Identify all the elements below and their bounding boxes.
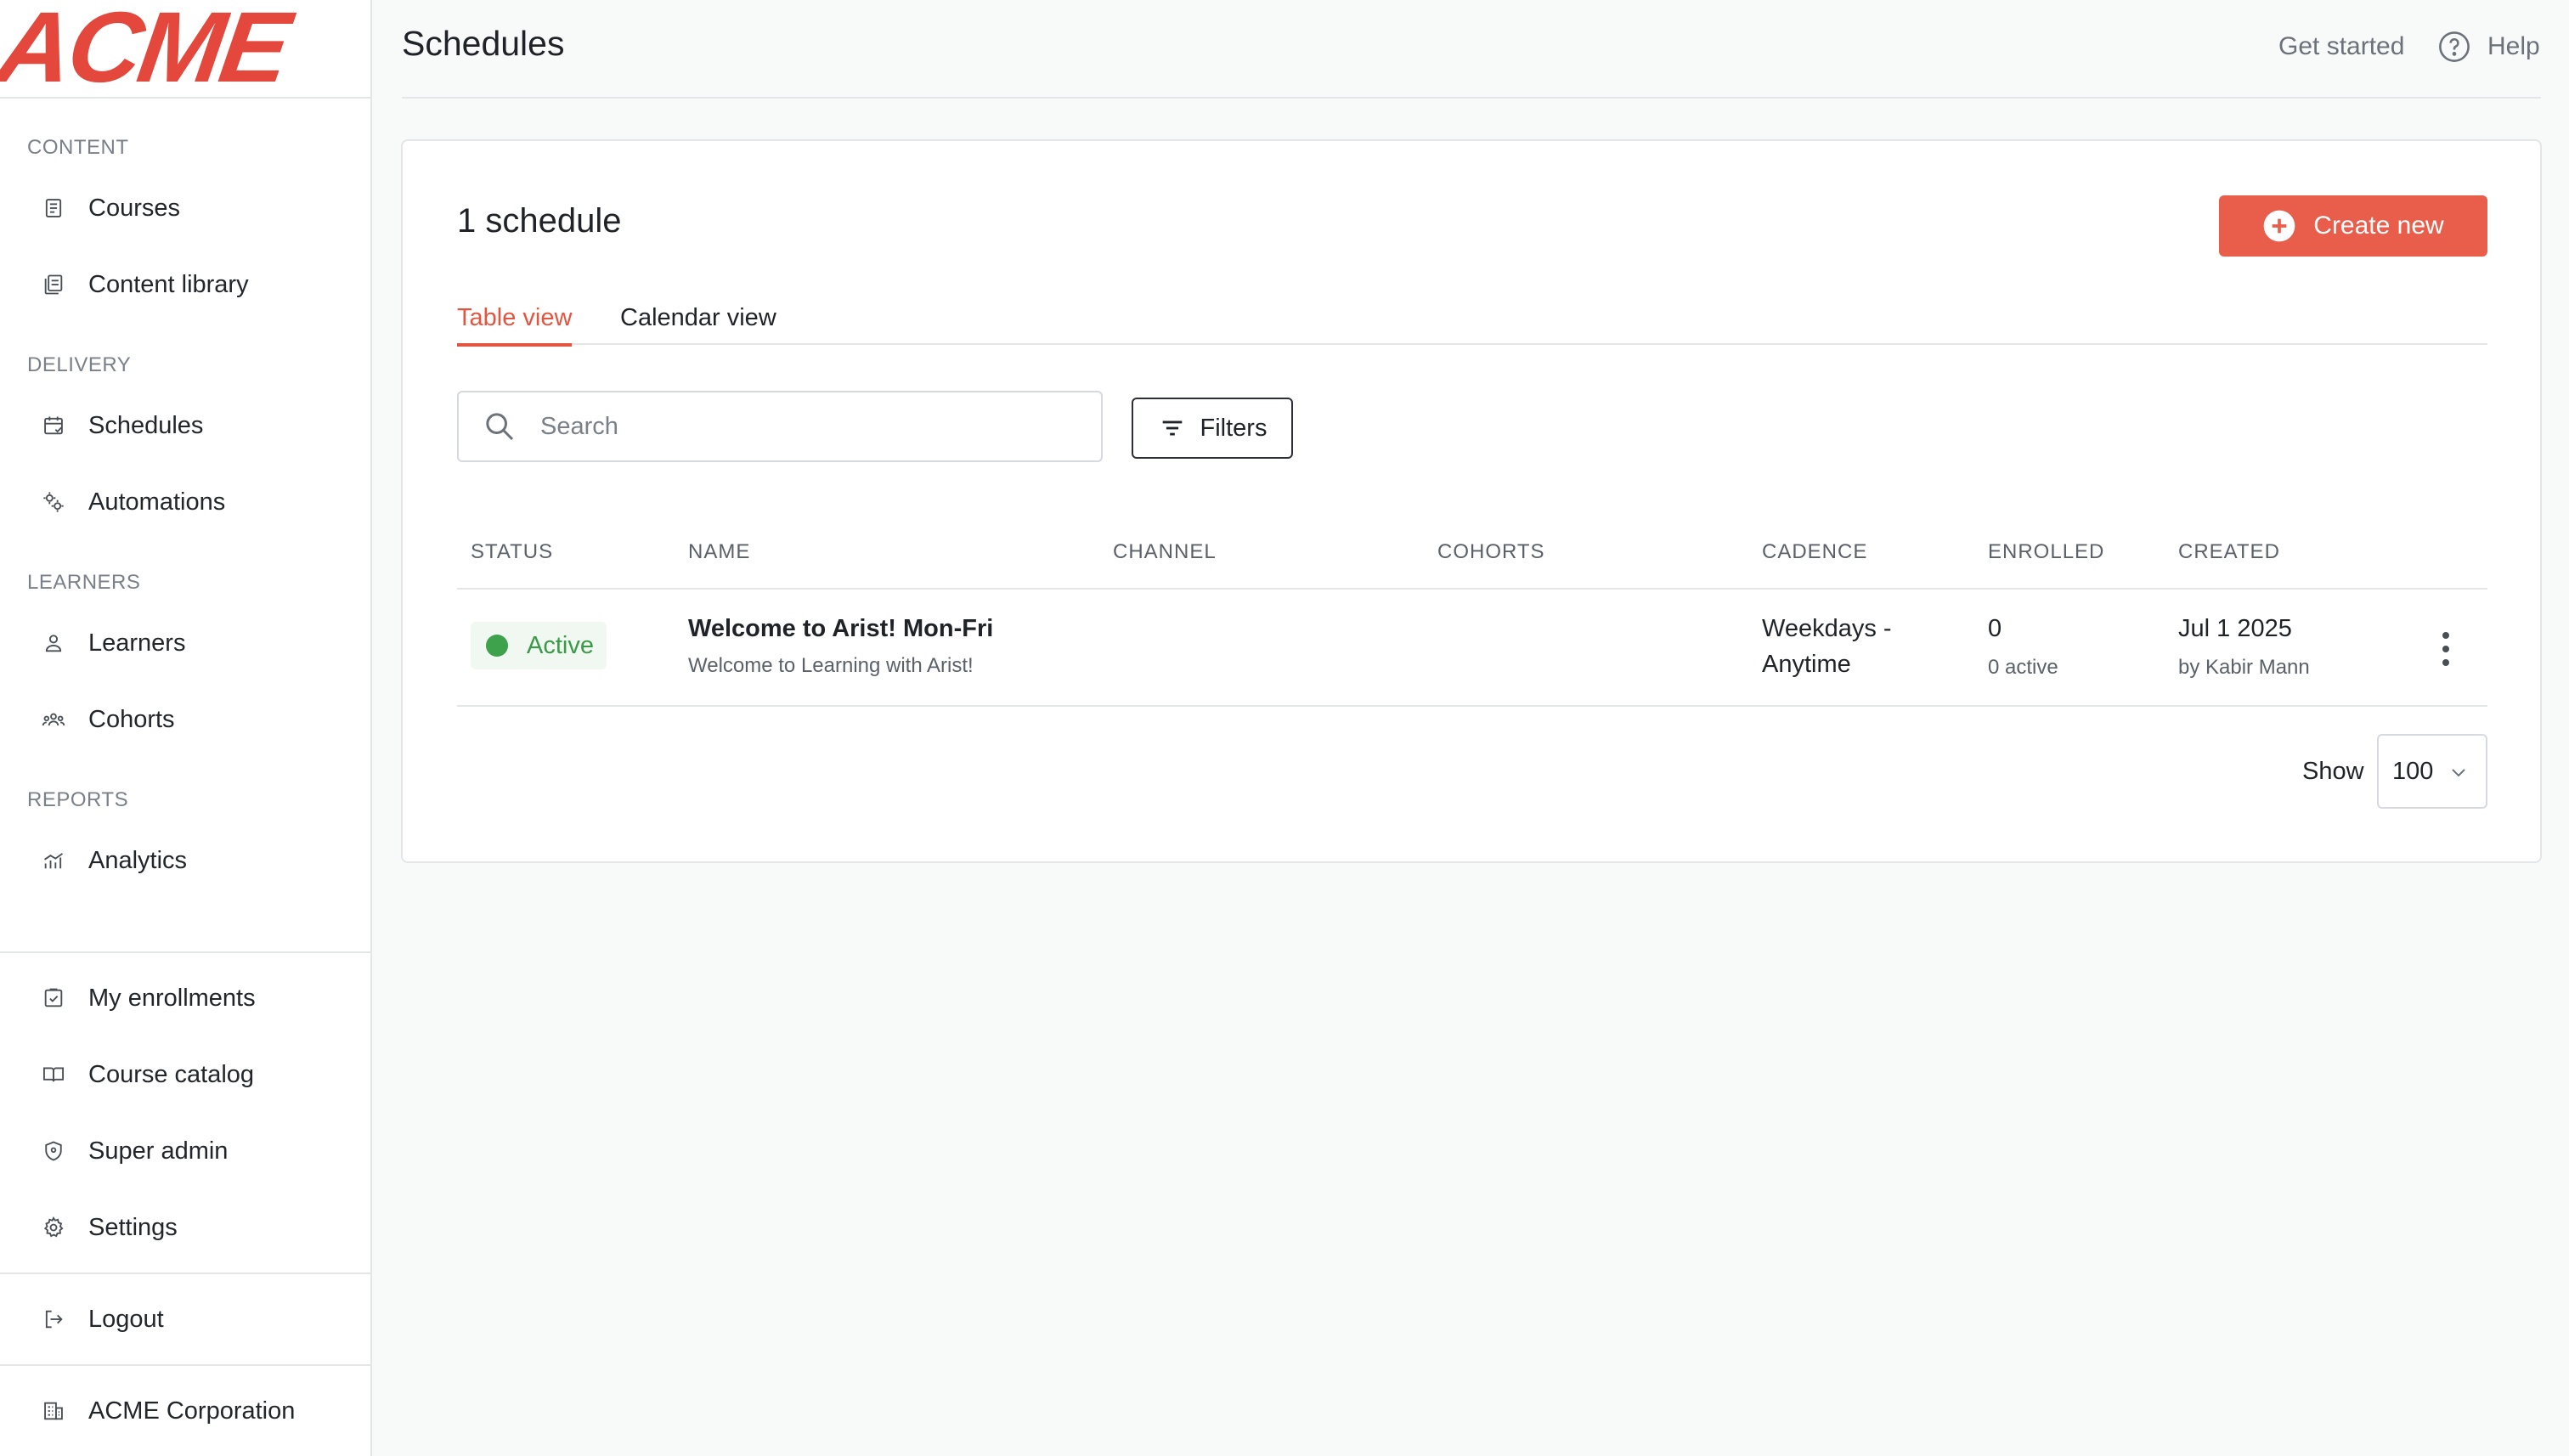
tab-table-view[interactable]: Table view	[457, 304, 573, 347]
cadence-line-2: Anytime	[1762, 651, 1851, 678]
sidebar-item-label: Course catalog	[88, 1060, 255, 1088]
table-divider	[457, 705, 2487, 707]
sidebar: ACME CONTENT Courses Content library DEL…	[0, 0, 372, 1456]
sidebar-item-course-catalog[interactable]: Course catalog	[0, 1044, 370, 1105]
section-title-content: CONTENT	[27, 136, 129, 159]
column-header-status[interactable]: STATUS	[471, 540, 553, 564]
sidebar-item-label: My enrollments	[88, 984, 256, 1012]
sidebar-item-label: Super admin	[88, 1137, 229, 1165]
sidebar-item-label: Cohorts	[88, 705, 175, 733]
calendar-icon	[41, 413, 66, 438]
help-icon	[2439, 31, 2470, 62]
column-header-channel[interactable]: CHANNEL	[1113, 540, 1217, 564]
sidebar-divider	[0, 951, 370, 953]
created-date: Jul 1 2025	[2178, 615, 2292, 642]
cadence-line-1: Weekdays -	[1762, 615, 1892, 642]
tab-calendar-view[interactable]: Calendar view	[620, 304, 776, 345]
enrolled-active: 0 active	[1988, 656, 2058, 679]
analytics-icon	[41, 848, 66, 873]
column-header-created[interactable]: CREATED	[2178, 540, 2280, 564]
status-label: Active	[527, 631, 594, 659]
enrollments-icon	[41, 985, 66, 1011]
sidebar-item-settings[interactable]: Settings	[0, 1197, 370, 1258]
schedule-count-title: 1 schedule	[457, 202, 622, 240]
created-by: by Kabir Mann	[2178, 656, 2310, 679]
search-field	[457, 391, 1103, 462]
book-icon	[41, 1062, 66, 1087]
help-label: Help	[2487, 32, 2540, 60]
sidebar-item-logout[interactable]: Logout	[0, 1289, 370, 1350]
sidebar-item-label: Settings	[88, 1213, 178, 1241]
filters-label: Filters	[1200, 414, 1268, 442]
status-dot-icon	[486, 635, 508, 657]
table-divider	[457, 588, 2487, 590]
enrolled-count: 0	[1988, 615, 2002, 642]
sidebar-item-label: Schedules	[88, 411, 204, 439]
sidebar-item-label: Content library	[88, 270, 249, 298]
gear-icon	[41, 1215, 66, 1240]
row-more-options-icon[interactable]	[2433, 632, 2459, 666]
sidebar-item-label: Automations	[88, 488, 226, 516]
sidebar-item-my-enrollments[interactable]: My enrollments	[0, 968, 370, 1029]
column-header-enrolled[interactable]: ENROLLED	[1988, 540, 2104, 564]
cohorts-icon	[41, 707, 66, 732]
view-tabs: Table view Calendar view	[457, 304, 2487, 347]
courses-icon	[41, 195, 66, 221]
sidebar-item-automations[interactable]: Automations	[0, 471, 370, 533]
create-new-button[interactable]: Create new	[2219, 195, 2487, 257]
acme-logo[interactable]: ACME	[0, 0, 294, 104]
sidebar-item-super-admin[interactable]: Super admin	[0, 1120, 370, 1182]
page-size-select[interactable]: 100	[2377, 734, 2487, 809]
sidebar-item-label: Logout	[88, 1305, 164, 1333]
automations-icon	[41, 489, 66, 515]
building-icon	[41, 1398, 66, 1424]
sidebar-item-content-library[interactable]: Content library	[0, 254, 370, 315]
shield-icon	[41, 1138, 66, 1164]
search-input[interactable]	[540, 412, 1050, 441]
column-header-name[interactable]: NAME	[688, 540, 750, 564]
search-icon	[486, 413, 514, 441]
sidebar-item-learners[interactable]: Learners	[0, 612, 370, 674]
sidebar-item-label: ACME Corporation	[88, 1397, 296, 1425]
sidebar-item-organization[interactable]: ACME Corporation	[0, 1380, 370, 1442]
schedule-description: Welcome to Learning with Arist!	[688, 654, 974, 677]
filter-icon	[1162, 420, 1182, 436]
page-size-value: 100	[2392, 757, 2434, 785]
get-started-link[interactable]: Get started	[2278, 32, 2404, 61]
sidebar-item-cohorts[interactable]: Cohorts	[0, 689, 370, 750]
chevron-down-icon	[2452, 769, 2465, 777]
sidebar-item-label: Courses	[88, 194, 180, 222]
library-icon	[41, 272, 66, 297]
section-title-delivery: DELIVERY	[27, 353, 132, 376]
schedules-card: 1 schedule Create new Table view Calenda…	[401, 139, 2542, 863]
page-size-label: Show	[2302, 758, 2364, 785]
column-header-cohorts[interactable]: COHORTS	[1437, 540, 1545, 564]
plus-circle-icon	[2263, 210, 2295, 242]
sidebar-item-label: Analytics	[88, 846, 188, 874]
filters-button[interactable]: Filters	[1132, 398, 1293, 459]
sidebar-item-schedules[interactable]: Schedules	[0, 395, 370, 456]
schedule-name[interactable]: Welcome to Arist! Mon-Fri	[688, 615, 993, 643]
logout-icon	[41, 1306, 66, 1332]
section-title-reports: REPORTS	[27, 788, 129, 811]
create-new-label: Create new	[2313, 212, 2444, 240]
sidebar-divider	[0, 1273, 370, 1274]
logo-area: ACME	[0, 0, 370, 104]
sidebar-item-label: Learners	[88, 629, 186, 657]
column-header-cadence[interactable]: CADENCE	[1762, 540, 1867, 564]
sidebar-divider	[0, 1364, 370, 1366]
header-divider	[402, 97, 2541, 99]
user-icon	[41, 630, 66, 656]
status-badge: Active	[471, 622, 607, 669]
sidebar-item-analytics[interactable]: Analytics	[0, 830, 370, 891]
sidebar-item-courses[interactable]: Courses	[0, 178, 370, 239]
help-link[interactable]: Help	[2436, 29, 2540, 65]
section-title-learners: LEARNERS	[27, 571, 141, 594]
page-title: Schedules	[402, 24, 565, 63]
